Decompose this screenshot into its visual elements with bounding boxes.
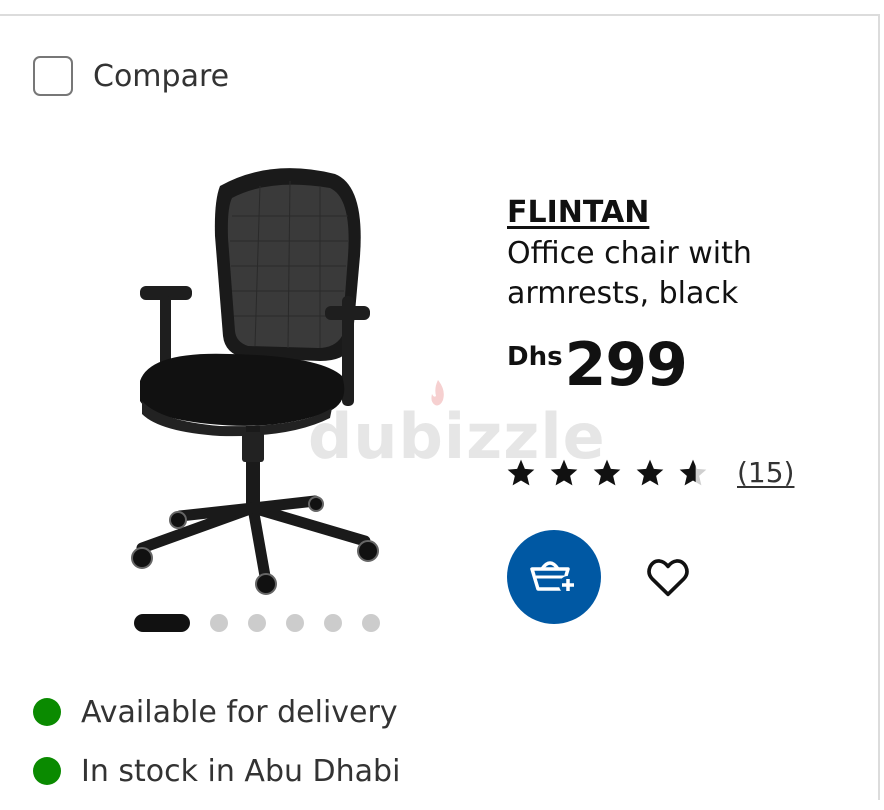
product-name-link[interactable]: FLINTAN	[507, 194, 649, 232]
carousel-dot-6[interactable]	[362, 614, 380, 632]
availability-list: Available for delivery In stock in Abu D…	[33, 692, 400, 810]
wishlist-button[interactable]	[643, 552, 693, 602]
star-half-icon	[679, 459, 707, 485]
compare-control[interactable]: Compare	[33, 56, 229, 96]
add-to-cart-button[interactable]	[507, 530, 601, 624]
price-amount: 299	[564, 330, 688, 400]
status-dot-icon	[33, 757, 61, 785]
availability-delivery: Available for delivery	[33, 692, 400, 732]
availability-text: In stock in Abu Dhabi	[81, 753, 401, 789]
image-carousel-indicator	[134, 614, 380, 632]
carousel-dot-4[interactable]	[286, 614, 304, 632]
watermark: dubizzle	[308, 400, 606, 473]
heart-icon	[647, 559, 689, 597]
carousel-dot-3[interactable]	[248, 614, 266, 632]
basket-plus-icon	[530, 561, 577, 594]
compare-label[interactable]: Compare	[93, 59, 229, 94]
product-price: Dhs 299	[507, 334, 857, 396]
availability-stock: In stock in Abu Dhabi	[33, 751, 400, 791]
office-chair-image[interactable]	[120, 146, 390, 596]
product-card: Compare FLINTAN Office chair with armres…	[0, 14, 880, 800]
price-currency: Dhs	[507, 342, 563, 372]
product-info: FLINTAN Office chair with armrests, blac…	[507, 194, 857, 396]
carousel-dot-5[interactable]	[324, 614, 342, 632]
product-description: Office chair with armrests, black	[507, 236, 752, 311]
review-count-link[interactable]: (15)	[737, 456, 794, 489]
availability-text: Available for delivery	[81, 694, 398, 730]
status-dot-icon	[33, 698, 61, 726]
carousel-dot-1[interactable]	[134, 614, 190, 632]
star-full-icon	[636, 459, 664, 485]
compare-checkbox[interactable]	[33, 56, 73, 96]
carousel-dot-2[interactable]	[210, 614, 228, 632]
